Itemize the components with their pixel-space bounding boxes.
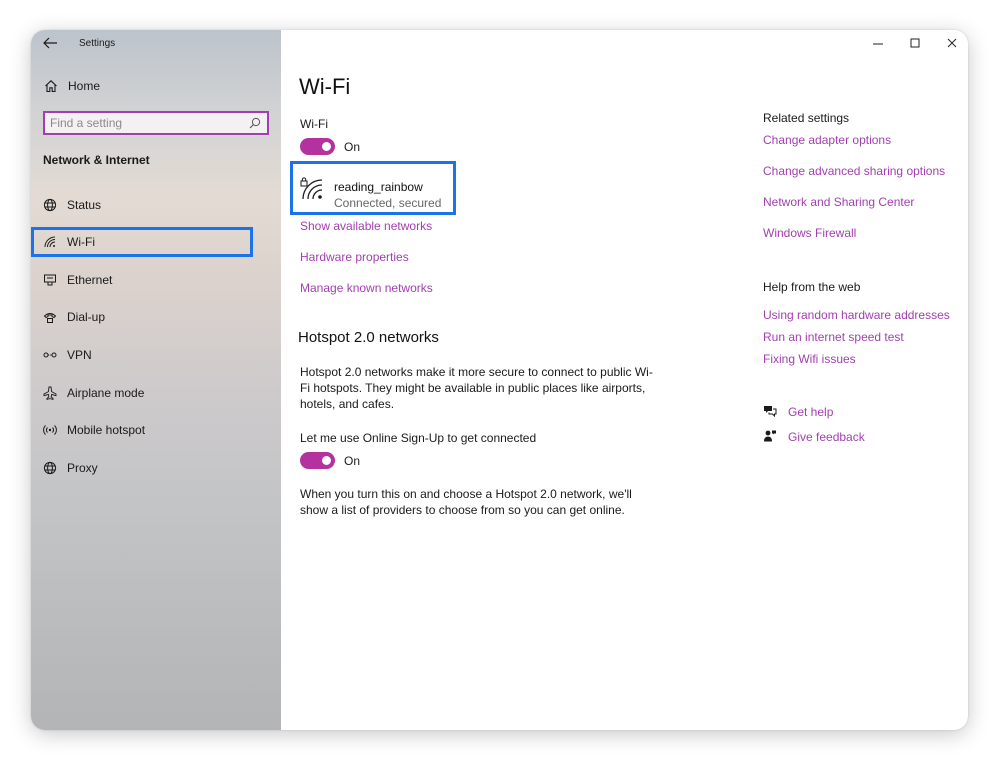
- sidebar-item-label: Wi-Fi: [67, 235, 95, 249]
- toggle-knob: [322, 142, 331, 151]
- home-label: Home: [68, 79, 101, 93]
- hotspot-note: When you turn this on and choose a Hotsp…: [300, 486, 632, 518]
- toggle-knob: [322, 456, 331, 465]
- network-name: reading_rainbow: [334, 180, 423, 194]
- sidebar-item-dialup[interactable]: Dial-up: [31, 302, 281, 332]
- hardware-properties-link[interactable]: Hardware properties: [300, 250, 409, 264]
- network-status: Connected, secured: [334, 196, 442, 210]
- signup-label: Let me use Online Sign-Up to get connect…: [300, 431, 537, 445]
- sidebar-item-wifi[interactable]: Wi-Fi: [31, 227, 281, 257]
- sidebar-item-label: Dial-up: [67, 310, 106, 324]
- maximize-icon: [910, 38, 920, 48]
- ethernet-icon: [44, 274, 56, 286]
- connected-network[interactable]: reading_rainbow Connected, secured: [290, 161, 456, 215]
- hotspot-description-line: hotels, and cafes.: [300, 397, 395, 411]
- app-title: Settings: [79, 38, 116, 49]
- hotspot-icon: [43, 425, 57, 435]
- hotspot-description-line: Hotspot 2.0 networks make it more secure…: [300, 365, 653, 379]
- sidebar-item-vpn[interactable]: VPN: [31, 340, 281, 370]
- sidebar-item-mobile-hotspot[interactable]: Mobile hotspot: [31, 415, 281, 445]
- wifi-icon: [44, 236, 56, 248]
- hotspot-description-line: Fi hotspots. They might be available in …: [300, 381, 646, 395]
- airplane-icon: [43, 386, 57, 400]
- minimize-icon: [873, 43, 883, 45]
- maximize-button[interactable]: [905, 36, 925, 52]
- search-icon: [249, 117, 261, 129]
- change-adapter-options-link[interactable]: Change adapter options: [763, 133, 891, 147]
- sidebar-item-label: Ethernet: [67, 273, 113, 287]
- wifi-toggle[interactable]: [300, 138, 335, 155]
- wifi-label: Wi-Fi: [300, 117, 328, 131]
- search-input[interactable]: [50, 115, 240, 131]
- home-nav-item[interactable]: Home: [31, 75, 281, 97]
- globe-icon: [43, 198, 57, 212]
- related-settings-heading: Related settings: [763, 111, 850, 125]
- close-button[interactable]: [942, 36, 962, 52]
- secured-wifi-icon: [300, 177, 323, 200]
- sidebar-item-label: Status: [67, 198, 102, 212]
- sidebar-item-label: VPN: [67, 348, 92, 362]
- random-hardware-addresses-link[interactable]: Using random hardware addresses: [763, 308, 950, 322]
- section-title: Network & Internet: [43, 153, 150, 167]
- search-box[interactable]: [43, 111, 269, 135]
- manage-known-networks-link[interactable]: Manage known networks: [300, 281, 433, 295]
- help-web-heading: Help from the web: [763, 280, 861, 294]
- fixing-wifi-link[interactable]: Fixing Wifi issues: [763, 352, 856, 366]
- speed-test-link[interactable]: Run an internet speed test: [763, 330, 904, 344]
- get-help-label: Get help: [788, 405, 834, 419]
- page-title: Wi-Fi: [299, 74, 351, 99]
- dialup-icon: [43, 313, 57, 323]
- chat-help-icon: [764, 406, 777, 418]
- minimize-button[interactable]: [868, 36, 888, 52]
- home-icon: [45, 80, 57, 93]
- selection-highlight: [31, 227, 253, 257]
- sidebar-item-status[interactable]: Status: [31, 190, 281, 220]
- globe-icon: [43, 461, 57, 475]
- back-button[interactable]: [41, 35, 59, 51]
- sidebar-item-label: Airplane mode: [67, 386, 145, 400]
- sidebar-item-ethernet[interactable]: Ethernet: [31, 265, 281, 295]
- sidebar-item-proxy[interactable]: Proxy: [31, 453, 281, 483]
- feedback-icon: [764, 430, 776, 442]
- hotspot-note-line: show a list of providers to choose from …: [300, 503, 625, 517]
- hotspot-description: Hotspot 2.0 networks make it more secure…: [300, 364, 653, 412]
- settings-window: Settings Home Network & Internet Status: [31, 30, 968, 730]
- vpn-icon: [43, 352, 57, 358]
- give-feedback-link[interactable]: Give feedback: [763, 428, 883, 446]
- sidebar-item-label: Mobile hotspot: [67, 423, 146, 437]
- sidebar: Settings Home Network & Internet Status: [31, 30, 281, 730]
- hotspot-note-line: When you turn this on and choose a Hotsp…: [300, 487, 632, 501]
- title-bar: Settings: [31, 30, 281, 58]
- get-help-link[interactable]: Get help: [763, 403, 883, 421]
- give-feedback-label: Give feedback: [788, 430, 865, 444]
- signup-toggle[interactable]: [300, 452, 335, 469]
- hotspot-heading: Hotspot 2.0 networks: [298, 329, 439, 346]
- sidebar-item-airplane-mode[interactable]: Airplane mode: [31, 378, 281, 408]
- signup-toggle-state: On: [344, 454, 361, 468]
- back-arrow-icon: [43, 37, 57, 49]
- wifi-toggle-state: On: [344, 140, 361, 154]
- network-sharing-center-link[interactable]: Network and Sharing Center: [763, 195, 914, 209]
- change-advanced-sharing-link[interactable]: Change advanced sharing options: [763, 164, 945, 178]
- windows-firewall-link[interactable]: Windows Firewall: [763, 226, 856, 240]
- sidebar-item-label: Proxy: [67, 461, 98, 475]
- show-available-networks-link[interactable]: Show available networks: [300, 219, 432, 233]
- main-content: Wi-Fi Wi-Fi On reading_rainbow Connected…: [281, 30, 968, 730]
- close-icon: [947, 38, 957, 48]
